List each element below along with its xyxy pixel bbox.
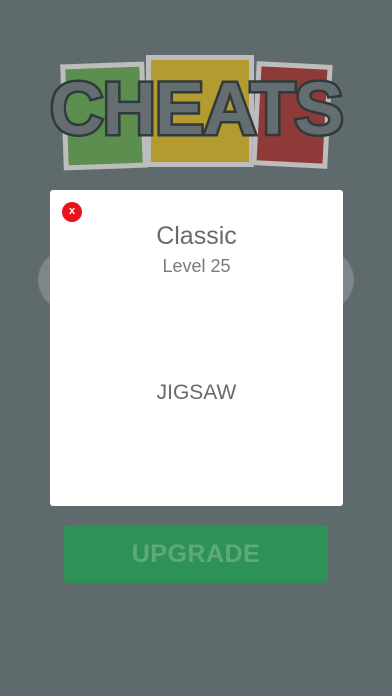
close-icon: x [68,205,76,217]
upgrade-button-label: UPGRADE [131,539,261,568]
close-button[interactable]: x [62,202,82,222]
level-label: Level 25 [162,256,231,276]
mode-title: Classic [156,222,237,250]
logo-text: CHEATS [48,66,347,151]
cheats-logo: CHEATS [48,55,347,177]
upgrade-button[interactable]: UPGRADE [64,525,328,583]
answer-text: JIGSAW [156,381,237,404]
cheat-modal: x Classic Level 25 JIGSAW [50,190,343,506]
